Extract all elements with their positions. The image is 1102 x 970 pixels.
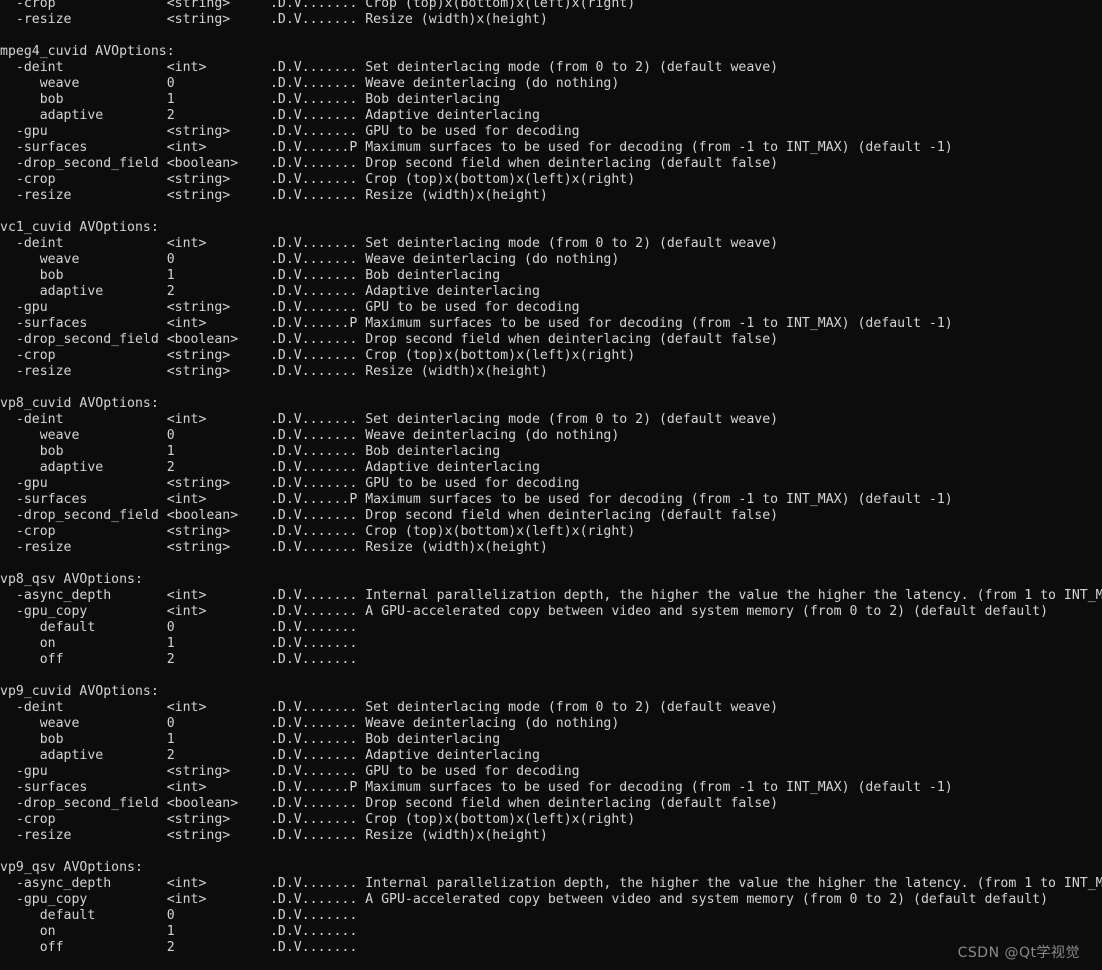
console-line: -deint <int> .D.V....... Set deinterlaci… [0,236,779,251]
console-line: vp9_qsv AVOptions: [0,860,143,875]
console-line: -crop <string> .D.V....... Crop (top)x(b… [0,172,636,187]
console-line: -gpu <string> .D.V....... GPU to be used… [0,764,580,779]
console-line: bob 1 .D.V....... Bob deinterlacing [0,268,501,283]
console-line: -surfaces <int> .D.V......P Maximum surf… [0,140,953,155]
console-line: -crop <string> .D.V....... Crop (top)x(b… [0,348,636,363]
console-line: bob 1 .D.V....... Bob deinterlacing [0,92,501,107]
console-line: -deint <int> .D.V....... Set deinterlaci… [0,700,779,715]
console-line: -gpu <string> .D.V....... GPU to be used… [0,300,580,315]
console-line: -crop <string> .D.V....... Crop (top)x(b… [0,524,636,539]
console-line: vp9_cuvid AVOptions: [0,684,159,699]
terminal-window[interactable]: -crop <string> .D.V....... Crop (top)x(b… [0,0,1102,970]
console-line: vc1_cuvid AVOptions: [0,220,159,235]
console-line: -drop_second_field <boolean> .D.V.......… [0,332,779,347]
console-line: weave 0 .D.V....... Weave deinterlacing … [0,252,620,267]
console-line: -resize <string> .D.V....... Resize (wid… [0,12,548,27]
console-line: -resize <string> .D.V....... Resize (wid… [0,188,548,203]
console-line: -drop_second_field <boolean> .D.V.......… [0,156,779,171]
console-line: vp8_cuvid AVOptions: [0,396,159,411]
console-line: -surfaces <int> .D.V......P Maximum surf… [0,492,953,507]
console-line: default 0 .D.V....... [0,620,358,635]
console-line: off 2 .D.V....... [0,940,358,955]
console-line: -gpu_copy <int> .D.V....... A GPU-accele… [0,604,1049,619]
console-line: -drop_second_field <boolean> .D.V.......… [0,796,779,811]
console-line: -async_depth <int> .D.V....... Internal … [0,876,1102,891]
console-line: -crop <string> .D.V....... Crop (top)x(b… [0,812,636,827]
console-line: default 0 .D.V....... [0,908,358,923]
console-line: -crop <string> .D.V....... Crop (top)x(b… [0,0,636,11]
console-line: -gpu <string> .D.V....... GPU to be used… [0,124,580,139]
console-line: -resize <string> .D.V....... Resize (wid… [0,364,548,379]
console-line: -gpu_copy <int> .D.V....... A GPU-accele… [0,892,1049,907]
console-line: -deint <int> .D.V....... Set deinterlaci… [0,412,779,427]
console-line: adaptive 2 .D.V....... Adaptive deinterl… [0,748,540,763]
console-line: adaptive 2 .D.V....... Adaptive deinterl… [0,284,540,299]
console-line: adaptive 2 .D.V....... Adaptive deinterl… [0,108,540,123]
console-line: on 1 .D.V....... [0,636,358,651]
console-line: weave 0 .D.V....... Weave deinterlacing … [0,428,620,443]
console-line: -gpu <string> .D.V....... GPU to be used… [0,476,580,491]
console-line: off 2 .D.V....... [0,652,358,667]
console-output: -crop <string> .D.V....... Crop (top)x(b… [0,0,1102,956]
watermark-label: CSDN @Qt学视觉 [957,945,1080,961]
console-line: vp8_qsv AVOptions: [0,572,143,587]
console-line: bob 1 .D.V....... Bob deinterlacing [0,732,501,747]
console-line: on 1 .D.V....... [0,924,358,939]
console-line: bob 1 .D.V....... Bob deinterlacing [0,444,501,459]
console-line: -resize <string> .D.V....... Resize (wid… [0,828,548,843]
console-line: -drop_second_field <boolean> .D.V.......… [0,508,779,523]
console-line: -async_depth <int> .D.V....... Internal … [0,588,1102,603]
console-line: -resize <string> .D.V....... Resize (wid… [0,540,548,555]
console-line: mpeg4_cuvid AVOptions: [0,44,175,59]
console-line: -deint <int> .D.V....... Set deinterlaci… [0,60,779,75]
console-line: adaptive 2 .D.V....... Adaptive deinterl… [0,460,540,475]
console-line: -surfaces <int> .D.V......P Maximum surf… [0,780,953,795]
console-line: weave 0 .D.V....... Weave deinterlacing … [0,716,620,731]
console-line: weave 0 .D.V....... Weave deinterlacing … [0,76,620,91]
console-line: -surfaces <int> .D.V......P Maximum surf… [0,316,953,331]
